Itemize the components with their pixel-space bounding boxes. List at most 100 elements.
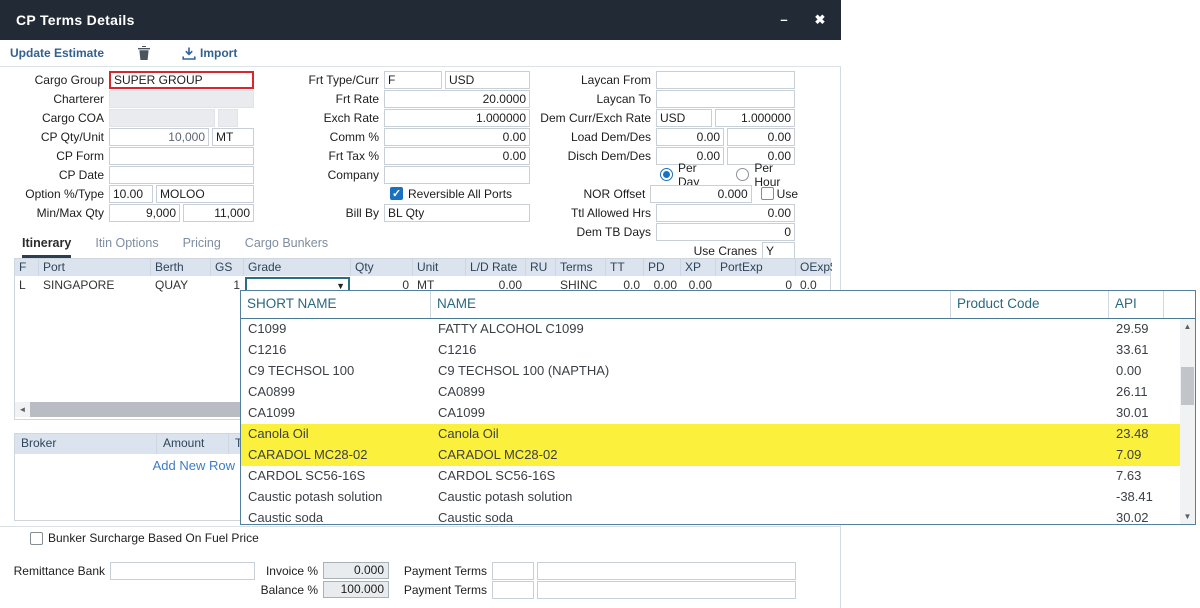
dem-curr-exch-label: Dem Curr/Exch Rate	[500, 111, 656, 125]
reversible-all-ports-label: Reversible All Ports	[408, 187, 512, 201]
invoice-pct-label: Invoice %	[240, 564, 323, 578]
footer-divider	[0, 526, 841, 527]
scroll-up-icon[interactable]: ▲	[1180, 319, 1195, 334]
broker-header: Broker Amount T	[15, 434, 243, 454]
option-pct-field[interactable]: 10.00	[109, 185, 153, 203]
laycan-to-label: Laycan To	[500, 92, 656, 106]
dem-curr-field[interactable]: USD	[656, 109, 712, 127]
toolbar: Update Estimate Import	[0, 40, 841, 67]
scroll-left-icon[interactable]: ◄	[15, 402, 30, 417]
frt-tax-pct-label: Frt Tax %	[260, 149, 384, 163]
grade-dropdown-list: C1099FATTY ALCOHOL C109929.59 C1216C1216…	[241, 319, 1180, 525]
min-max-qty-label: Min/Max Qty	[0, 206, 109, 220]
nor-offset-use-checkbox[interactable]	[761, 187, 774, 200]
nor-offset-use-label: Use	[777, 187, 798, 201]
cp-form-field[interactable]	[109, 147, 254, 165]
grade-option[interactable]: Caustic potash solutionCaustic potash so…	[241, 487, 1180, 508]
charterer-label: Charterer	[0, 92, 109, 106]
grade-dropdown-scrollbar[interactable]: ▲ ▼	[1180, 319, 1195, 524]
payment-terms-2-field[interactable]	[537, 581, 796, 599]
grade-option[interactable]: CA1099CA109930.01	[241, 403, 1180, 424]
itinerary-header: F Port Berth GS Grade Qty Unit L/D Rate …	[15, 258, 830, 276]
frt-type-curr-label: Frt Type/Curr	[260, 73, 384, 87]
nor-offset-field[interactable]: 0.000	[650, 185, 751, 203]
remittance-bank-label: Remittance Bank	[0, 564, 110, 578]
dem-tb-days-label: Dem TB Days	[500, 225, 656, 239]
bunker-surcharge-checkbox[interactable]	[30, 532, 43, 545]
cargo-group-label: Cargo Group	[0, 73, 109, 87]
import-icon	[182, 47, 196, 60]
tab-itin-options[interactable]: Itin Options	[95, 236, 158, 258]
ttl-allowed-hrs-field[interactable]: 0.00	[656, 204, 795, 222]
bunker-surcharge-label: Bunker Surcharge Based On Fuel Price	[48, 531, 259, 545]
payment-terms-1-code-field[interactable]	[492, 562, 534, 580]
add-new-row-link[interactable]: Add New Row	[15, 454, 243, 473]
balance-pct-field: 100.000	[323, 581, 389, 598]
option-type-field[interactable]: MOLOO	[156, 185, 254, 203]
update-estimate-button[interactable]: Update Estimate	[10, 46, 104, 60]
charterer-field	[109, 90, 254, 108]
cp-date-field[interactable]	[109, 166, 254, 184]
tab-pricing[interactable]: Pricing	[183, 236, 221, 258]
laycan-from-label: Laycan From	[500, 73, 656, 87]
close-button[interactable]: ✖	[809, 10, 831, 30]
min-qty-field[interactable]: 9,000	[109, 204, 180, 222]
cargo-coa-lookup-button[interactable]	[218, 109, 238, 127]
laycan-from-field[interactable]	[656, 71, 795, 89]
reversible-all-ports-checkbox[interactable]	[390, 187, 403, 200]
tab-bar: Itinerary Itin Options Pricing Cargo Bun…	[22, 236, 328, 258]
per-hour-radio[interactable]	[736, 168, 749, 181]
cargo-group-field[interactable]: SUPER GROUP	[109, 71, 254, 89]
grade-option[interactable]: CARADOL MC28-02CARADOL MC28-027.09	[241, 445, 1180, 466]
load-dem-field[interactable]: 0.00	[656, 128, 724, 146]
cp-date-label: CP Date	[0, 168, 109, 182]
payment-terms-2-code-field[interactable]	[492, 581, 534, 599]
grade-option[interactable]: CA0899CA089926.11	[241, 382, 1180, 403]
remittance-bank-field[interactable]	[110, 562, 255, 580]
bunker-surcharge-row: Bunker Surcharge Based On Fuel Price	[30, 531, 259, 545]
broker-panel: Broker Amount T Add New Row	[14, 433, 244, 521]
payment-terms-1-label: Payment Terms	[400, 564, 492, 578]
delete-icon[interactable]	[138, 46, 150, 63]
window-title: CP Terms Details	[16, 12, 135, 28]
scrollbar-thumb[interactable]	[1181, 367, 1194, 405]
exch-rate-label: Exch Rate	[260, 111, 384, 125]
frt-rate-label: Frt Rate	[260, 92, 384, 106]
payment-terms-1-field[interactable]	[537, 562, 796, 580]
bill-by-label: Bill By	[260, 206, 384, 220]
use-cranes-field[interactable]: Y	[762, 242, 795, 260]
load-des-field[interactable]: 0.00	[727, 128, 795, 146]
grade-option[interactable]: C1216C121633.61	[241, 340, 1180, 361]
max-qty-field[interactable]: 11,000	[183, 204, 254, 222]
form-column-right: Laycan From Laycan To Dem Curr/Exch Rate…	[500, 70, 798, 260]
grade-option[interactable]: CARDOL SC56-16SCARDOL SC56-16S7.63	[241, 466, 1180, 487]
cargo-coa-field	[109, 109, 215, 127]
disch-dem-des-label: Disch Dem/Des	[500, 149, 656, 163]
per-hour-label: Per Hour	[754, 161, 798, 189]
comm-pct-label: Comm %	[260, 130, 384, 144]
cargo-coa-label: Cargo COA	[0, 111, 109, 125]
laycan-to-field[interactable]	[656, 90, 795, 108]
grade-dropdown: SHORT NAME NAME Product Code API C1099FA…	[240, 290, 1196, 525]
grade-option[interactable]: Canola OilCanola Oil23.48	[241, 424, 1180, 445]
cp-qty-unit-label: CP Qty/Unit	[0, 130, 109, 144]
title-bar: CP Terms Details – ✖	[0, 0, 841, 40]
scroll-down-icon[interactable]: ▼	[1180, 509, 1195, 524]
frt-type-field[interactable]: F	[384, 71, 442, 89]
cp-unit-field[interactable]: MT	[212, 128, 254, 146]
dem-exch-rate-field[interactable]: 1.000000	[715, 109, 795, 127]
minimize-button[interactable]: –	[773, 10, 795, 30]
payment-terms-2-label: Payment Terms	[400, 583, 492, 597]
per-day-radio[interactable]	[660, 168, 673, 181]
tab-cargo-bunkers[interactable]: Cargo Bunkers	[245, 236, 328, 258]
form-column-left: Cargo GroupSUPER GROUP Charterer Cargo C…	[0, 70, 257, 222]
grade-option[interactable]: Caustic sodaCaustic soda30.02	[241, 508, 1180, 525]
grade-option[interactable]: C1099FATTY ALCOHOL C109929.59	[241, 319, 1180, 340]
form-column-middle: Frt Type/CurrFUSD Frt Rate20.0000 Exch R…	[260, 70, 534, 222]
tab-itinerary[interactable]: Itinerary	[22, 236, 71, 258]
option-pct-type-label: Option %/Type	[0, 187, 109, 201]
grade-option[interactable]: C9 TECHSOL 100C9 TECHSOL 100 (NAPTHA)0.0…	[241, 361, 1180, 382]
cp-qty-field[interactable]: 10,000	[109, 128, 209, 146]
import-button[interactable]: Import	[182, 46, 237, 60]
dem-tb-days-field[interactable]: 0	[656, 223, 795, 241]
